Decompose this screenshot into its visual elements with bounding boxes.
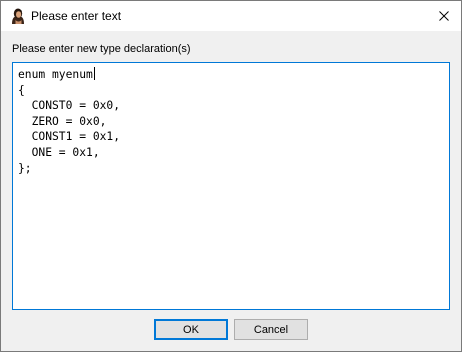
text-caret (93, 67, 95, 80)
code-line: { (18, 83, 25, 97)
code-line: ONE = 0x1, (18, 145, 100, 159)
title-bar: Please enter text (1, 1, 461, 31)
window-title: Please enter text (31, 9, 122, 23)
code-line: }; (18, 161, 32, 175)
code-line: CONST1 = 0x1, (18, 130, 121, 144)
user-portrait-icon (9, 7, 27, 25)
close-icon (439, 11, 449, 21)
type-declaration-textarea[interactable]: enum myenum { CONST0 = 0x0, ZERO = 0x0, … (12, 62, 450, 310)
prompt-label: Please enter new type declaration(s) (12, 43, 191, 55)
code-line: CONST0 = 0x0, (18, 99, 121, 113)
code-line: ZERO = 0x0, (18, 114, 107, 128)
dialog-window: Please enter text Please enter new type … (0, 0, 462, 352)
close-button[interactable] (427, 1, 461, 31)
ok-button[interactable]: OK (154, 319, 228, 340)
code-line: enum myenum (18, 67, 95, 81)
cancel-button[interactable]: Cancel (234, 319, 308, 340)
